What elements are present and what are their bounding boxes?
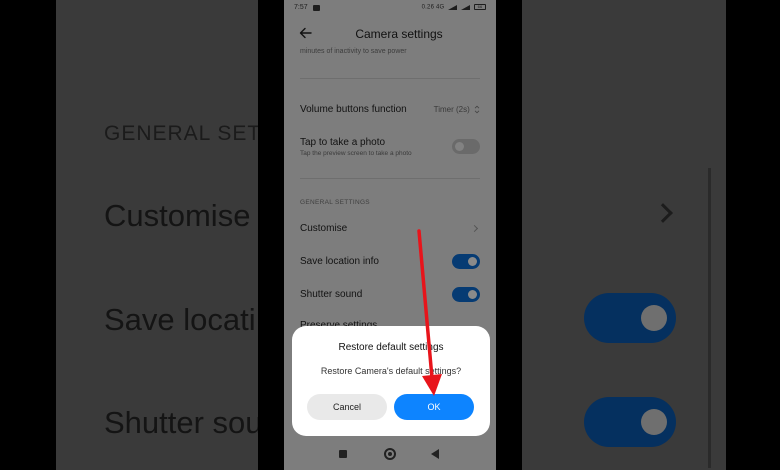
screen: GENERAL SETT Customise Save locati Shutt…: [0, 0, 780, 470]
save-location-toggle[interactable]: [452, 254, 480, 269]
setting-volume-buttons[interactable]: Volume buttons function Timer (2s): [300, 104, 480, 115]
restore-dialog: Restore default settings Restore Camera'…: [292, 326, 490, 436]
bg-save-location-label: Save locati: [104, 302, 256, 337]
signal-icon: [448, 4, 458, 10]
background-left-panel: GENERAL SETT Customise Save locati Shutt…: [56, 0, 258, 470]
volume-buttons-value-text: Timer (2s): [433, 105, 470, 114]
navigation-bar: [284, 440, 496, 470]
signal-icon-2: [461, 4, 471, 10]
bg-shutter-sound-label: Shutter sou: [104, 405, 258, 440]
bg-shutter-sound-toggle: [584, 397, 676, 447]
customise-label: Customise: [300, 223, 348, 234]
section-general-settings: GENERAL SETTINGS: [300, 199, 370, 206]
inactivity-subtitle: minutes of inactivity to save power: [300, 48, 407, 55]
setting-save-location[interactable]: Save location info: [300, 254, 480, 269]
back-triangle-icon[interactable]: [431, 449, 439, 459]
status-time: 7:57: [294, 4, 308, 11]
divider: [300, 78, 480, 79]
dialog-title: Restore default settings: [338, 342, 444, 353]
setting-shutter-sound[interactable]: Shutter sound: [300, 287, 480, 302]
tap-photo-toggle[interactable]: [452, 139, 480, 154]
shutter-sound-toggle[interactable]: [452, 287, 480, 302]
bg-chevron-right-icon: [653, 203, 673, 223]
chevron-updown-icon: [474, 106, 480, 114]
bg-customise-label: Customise: [104, 198, 251, 233]
page-title: Camera settings: [355, 27, 443, 41]
setting-customise[interactable]: Customise: [300, 223, 480, 234]
volume-buttons-value[interactable]: Timer (2s): [434, 105, 480, 114]
battery-icon: 66: [474, 4, 486, 10]
ok-button[interactable]: OK: [394, 394, 474, 420]
setting-tap-photo[interactable]: Tap to take a photo Tap the preview scre…: [300, 137, 480, 157]
status-bar: 7:57 0.26 4G 66: [294, 4, 486, 16]
bg-scrollbar: [708, 168, 711, 468]
recording-icon: [313, 5, 320, 11]
bg-section-heading: GENERAL SETT: [104, 122, 258, 145]
divider-2: [300, 178, 480, 179]
background-right-panel: [522, 0, 726, 470]
network-speed: 0.26 4G: [421, 4, 445, 11]
dialog-message: Restore Camera's default settings?: [320, 366, 462, 376]
home-icon[interactable]: [384, 448, 396, 460]
status-right: 0.26 4G 66: [422, 4, 486, 11]
phone-screen: 7:57 0.26 4G 66 Camera settings minutes …: [284, 0, 496, 470]
bg-save-location-toggle: [584, 293, 676, 343]
recents-icon[interactable]: [339, 450, 347, 458]
top-bar: Camera settings: [284, 24, 496, 44]
cancel-button[interactable]: Cancel: [307, 394, 387, 420]
